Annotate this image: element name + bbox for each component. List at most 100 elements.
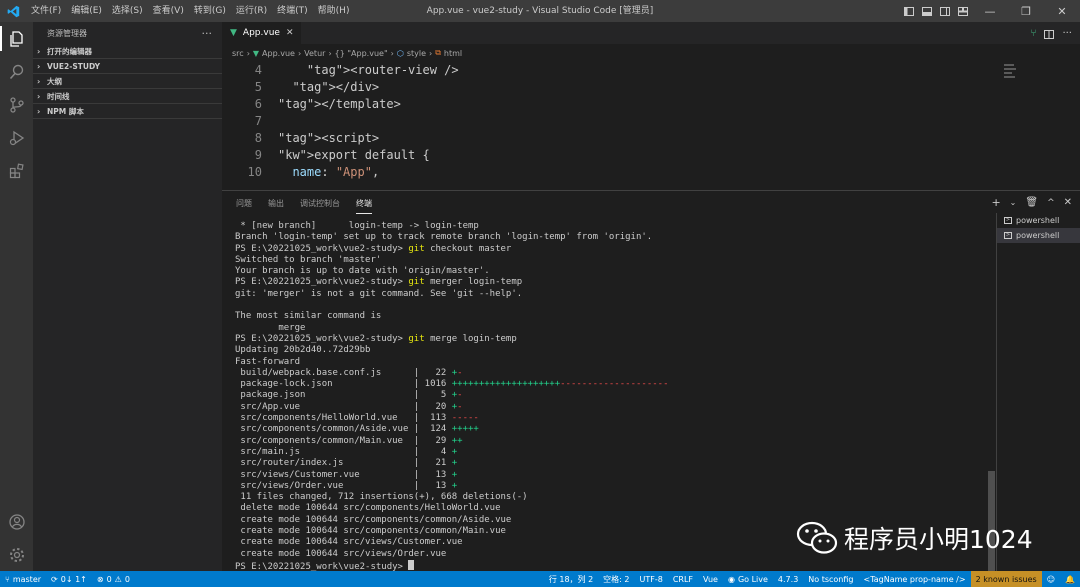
tab-app-vue[interactable]: ▼ App.vue ✕ xyxy=(222,22,302,44)
explorer-sidebar: 资源管理器 ··· › 打开的编辑器 › VUE2-STUDY › 大纲 › 时间线 ›… xyxy=(33,22,222,571)
code-line: 7 xyxy=(222,113,1080,130)
menu-item[interactable]: 运行(R) xyxy=(231,0,272,22)
search-icon[interactable] xyxy=(0,55,33,88)
chevron-right-icon: › xyxy=(37,91,41,101)
terminal-instance[interactable]: > powershell xyxy=(997,228,1080,243)
menu-item[interactable]: 转到(G) xyxy=(189,0,231,22)
new-terminal-icon[interactable]: + xyxy=(991,196,1000,209)
vetur-version[interactable]: 4.7.3 xyxy=(773,571,803,587)
section-outline[interactable]: › 大纲 xyxy=(33,74,222,89)
breadcrumb-item[interactable]: {} "App.vue" xyxy=(335,49,388,58)
panel-tab[interactable]: 终端 xyxy=(356,198,372,214)
tagname-case[interactable]: <TagName prop-name /> xyxy=(859,571,971,587)
go-live-button[interactable]: ◉ Go Live xyxy=(723,571,773,587)
sync-status[interactable]: ⟳ 0↓ 1↑ xyxy=(46,571,92,587)
close-tab-icon[interactable]: ✕ xyxy=(286,28,294,38)
menu-item[interactable]: 帮助(H) xyxy=(313,0,355,22)
terminal-line: src/views/Customer.vue | 13 + xyxy=(235,470,995,481)
git-compare-icon[interactable]: ⑂ xyxy=(1030,28,1036,39)
restore-icon[interactable]: ❐ xyxy=(1008,0,1044,22)
kill-terminal-icon[interactable]: 🗑 xyxy=(1025,197,1038,208)
panel-tab[interactable]: 输出 xyxy=(268,198,284,209)
tsconfig-status[interactable]: No tsconfig xyxy=(803,571,858,587)
more-actions-icon[interactable]: ··· xyxy=(202,27,213,40)
line-content: name: "App", xyxy=(292,165,380,179)
run-debug-icon[interactable] xyxy=(0,121,33,154)
notifications-icon[interactable]: 🔔 xyxy=(1060,571,1080,587)
vue-file-icon: ▼ xyxy=(230,28,237,38)
code-view[interactable]: 4 "tag"><router-view /> 5 "tag"></div> 6 "t… xyxy=(222,62,1080,181)
minimap[interactable] xyxy=(1004,62,1018,88)
toggle-secondary-sidebar-icon[interactable] xyxy=(936,0,954,22)
minimize-icon[interactable]: — xyxy=(972,0,1008,22)
panel-tab[interactable]: 调试控制台 xyxy=(300,198,340,209)
close-panel-icon[interactable]: ✕ xyxy=(1064,197,1072,208)
menu-bar: 文件(F) 编辑(E) 选择(S) 查看(V) 转到(G) 运行(R) 终端(T) 帮助(H) xyxy=(26,0,354,22)
source-control-icon[interactable] xyxy=(0,88,33,121)
problems-status[interactable]: ⊗ 0 ⚠ 0 xyxy=(92,571,135,587)
bottom-panel: 问题 输出 调试控制台 终端 + ⌄ 🗑 ^ ✕ * [new branch] log… xyxy=(222,190,1080,572)
breadcrumb-item[interactable]: Vetur xyxy=(304,49,325,58)
terminal-icon: > xyxy=(1004,232,1012,239)
menu-item[interactable]: 查看(V) xyxy=(148,0,189,22)
vue-file-icon: ▼ xyxy=(252,48,260,58)
breadcrumb-item[interactable]: html xyxy=(444,49,462,58)
code-line: 4 "tag"><router-view /> xyxy=(222,62,1080,79)
window-controls: — ❐ ✕ xyxy=(900,0,1080,22)
section-workspace[interactable]: › VUE2-STUDY xyxy=(33,59,222,74)
terminal-line: src/router/index.js | 21 + xyxy=(235,458,995,469)
menu-item[interactable]: 文件(F) xyxy=(26,0,66,22)
terminal-line: PS E:\20221025_work\vue2-study> git merg… xyxy=(235,277,995,288)
close-window-icon[interactable]: ✕ xyxy=(1044,0,1080,22)
terminal-line: src/components/common/Main.vue | 29 ++ xyxy=(235,436,995,447)
end-of-line[interactable]: CRLF xyxy=(668,571,698,587)
toggle-sidebar-icon[interactable] xyxy=(900,0,918,22)
language-mode[interactable]: Vue xyxy=(698,571,723,587)
terminal-command: git xyxy=(408,277,425,288)
section-open-editors[interactable]: › 打开的编辑器 xyxy=(33,44,222,59)
split-editor-icon[interactable] xyxy=(1044,24,1055,43)
terminal-line: Branch 'login-temp' set up to track remo… xyxy=(235,232,995,243)
diffstat-insertions: + xyxy=(451,480,458,491)
cursor-position[interactable]: 行 18，列 2 xyxy=(544,571,598,587)
account-icon[interactable] xyxy=(0,505,33,538)
diffstat-file: src/views/Customer.vue | 13 xyxy=(235,469,452,480)
diffstat-insertions: + xyxy=(451,446,458,457)
known-issues-badge[interactable]: 2 known issues xyxy=(970,571,1042,587)
section-timeline[interactable]: › 时间线 xyxy=(33,89,222,104)
terminal-command: git xyxy=(408,243,425,254)
line-content: "tag"></div> xyxy=(292,80,380,94)
breadcrumb-item[interactable]: src xyxy=(232,49,244,58)
editor-more-icon[interactable]: ··· xyxy=(1062,28,1072,39)
chevron-down-icon[interactable]: ⌄ xyxy=(1010,198,1017,207)
terminal-args: merge login-temp xyxy=(424,333,517,344)
terminal-icon: > xyxy=(1004,217,1012,224)
section-npm-scripts[interactable]: › NPM 脚本 xyxy=(33,104,222,119)
encoding[interactable]: UTF-8 xyxy=(635,571,668,587)
panel-actions: + ⌄ 🗑 ^ ✕ xyxy=(991,196,1072,209)
terminal-line: delete mode 100644 src/components/HelloW… xyxy=(235,503,995,514)
toggle-panel-icon[interactable] xyxy=(918,0,936,22)
menu-item[interactable]: 编辑(E) xyxy=(66,0,107,22)
line-content: "kw">export default { xyxy=(278,148,430,162)
breadcrumb-item[interactable]: App.vue xyxy=(262,49,295,58)
terminal-text: create mode 100644 src/components/common… xyxy=(235,526,506,537)
line-number: 6 xyxy=(254,97,262,111)
chevron-right-icon: › xyxy=(37,106,41,116)
manage-gear-icon[interactable] xyxy=(0,538,33,571)
extensions-icon[interactable] xyxy=(0,154,33,187)
customize-layout-icon[interactable] xyxy=(954,0,972,22)
terminal-instance[interactable]: > powershell xyxy=(997,213,1080,228)
menu-item[interactable]: 终端(T) xyxy=(272,0,313,22)
terminal-text: Updating 20b2d40..72d29bb xyxy=(235,345,371,356)
panel-tab[interactable]: 问题 xyxy=(236,198,252,209)
explorer-icon[interactable] xyxy=(0,22,33,55)
maximize-panel-icon[interactable]: ^ xyxy=(1047,198,1055,208)
breadcrumb-item[interactable]: style xyxy=(407,49,426,58)
menu-item[interactable]: 选择(S) xyxy=(107,0,148,22)
branch-status[interactable]: ⑂ master xyxy=(0,571,46,587)
indentation[interactable]: 空格: 2 xyxy=(598,571,634,587)
feedback-icon[interactable]: ☺ xyxy=(1042,571,1060,587)
line-content: "tag"></template> xyxy=(278,97,401,111)
